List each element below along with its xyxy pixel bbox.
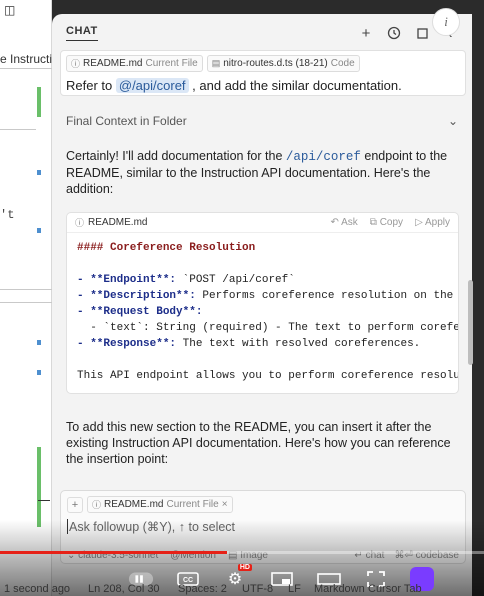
- editor-line: [0, 302, 52, 303]
- status-encoding[interactable]: UTF-8: [242, 583, 273, 595]
- diff-added-marker: [37, 87, 41, 117]
- status-language[interactable]: Markdown: [314, 583, 365, 595]
- input-context: + ⓘ README.md Current File ×: [67, 496, 459, 513]
- diff-added-marker: [37, 447, 41, 527]
- code-key: - **Response**:: [77, 338, 177, 350]
- chip-name: README.md: [83, 58, 143, 69]
- info-icon: ⓘ: [71, 59, 81, 69]
- assistant-answer: Certainly! I'll add documentation for th…: [66, 148, 458, 197]
- code-actions: ↶ Ask ⧉ Copy ▷ Apply: [331, 217, 451, 228]
- chat-panel: CHAT + ‹ ⓘ README.md Current File ▤ nitr…: [52, 14, 472, 596]
- video-progress-fill: [0, 551, 228, 554]
- status-time: 1 second ago: [4, 583, 71, 595]
- status-bar: 1 second ago Ln 208, Col 30 Spaces: 2 UT…: [0, 582, 484, 596]
- chip-detail: Code: [330, 58, 355, 69]
- context-chip[interactable]: ▤ nitro-routes.d.ts (18-21) Code: [206, 55, 360, 72]
- history-icon[interactable]: [386, 25, 402, 41]
- status-position[interactable]: Ln 208, Col 30: [88, 583, 160, 595]
- code-key: - **Endpoint**:: [77, 274, 177, 286]
- split-editor-icon[interactable]: ◫: [4, 3, 15, 17]
- info-icon: ⓘ: [75, 218, 85, 228]
- query-text: Refer to @/api/coref , and add the simil…: [66, 78, 460, 93]
- diff-modified-marker: [37, 170, 41, 175]
- code-block: ⓘ README.md ↶ Ask ⧉ Copy ▷ Apply #### Co…: [66, 212, 459, 394]
- expand-icon[interactable]: [414, 25, 430, 41]
- user-query: ⓘ README.md Current File ▤ nitro-routes.…: [60, 50, 466, 96]
- code-heading: #### Coreference Resolution: [77, 242, 256, 254]
- ts-file-icon: ▤: [211, 58, 221, 68]
- context-chips: ⓘ README.md Current File ▤ nitro-routes.…: [66, 55, 460, 72]
- chip-name: nitro-routes.d.ts (18-21): [223, 58, 328, 69]
- followup-text: To add this new section to the README, y…: [66, 420, 451, 466]
- remove-chip-icon[interactable]: ×: [222, 499, 228, 510]
- ask-label: Ask: [341, 217, 358, 228]
- context-chip[interactable]: ⓘ README.md Current File: [66, 55, 203, 72]
- diff-modified-marker: [37, 370, 41, 375]
- editor-line: [38, 500, 50, 501]
- apply-button[interactable]: ▷ Apply: [415, 217, 450, 228]
- chip-detail: Current File: [166, 499, 219, 510]
- add-context-button[interactable]: +: [67, 496, 83, 513]
- context-label: Final Context in Folder: [66, 114, 187, 128]
- mention-tag[interactable]: @/api/coref: [115, 78, 189, 93]
- apply-label: Apply: [424, 217, 450, 228]
- video-progress-bar[interactable]: [0, 551, 484, 554]
- code-filename: README.md: [88, 217, 148, 228]
- editor-line: [0, 289, 52, 290]
- query-text-after: , and add the similar documentation.: [192, 78, 402, 93]
- code-line: This API endpoint allows you to perform …: [77, 370, 459, 382]
- info-icon[interactable]: i: [432, 8, 460, 36]
- chip-detail: Current File: [145, 58, 198, 69]
- followup-input[interactable]: Ask followup (⌘Y), ↑ to select: [67, 519, 459, 534]
- copy-label: Copy: [379, 217, 404, 228]
- code-value: `POST /api/coref`: [176, 274, 295, 286]
- code-value: Performs coreference resolution on the: [195, 290, 454, 302]
- code-value: The text with resolved coreferences.: [176, 338, 421, 350]
- code-key: - **Request Body**:: [77, 306, 203, 318]
- answer-text: Certainly! I'll add documentation for th…: [66, 149, 283, 163]
- context-chip[interactable]: ⓘ README.md Current File ×: [87, 496, 233, 513]
- diff-modified-marker: [37, 340, 41, 345]
- chat-header: CHAT + ‹: [52, 14, 472, 52]
- chat-tab[interactable]: CHAT: [66, 25, 98, 41]
- editor-tab[interactable]: e Instructi: [0, 52, 52, 66]
- ask-button[interactable]: ↶ Ask: [331, 217, 358, 228]
- code-line: - `text`: String (required) - The text t…: [77, 322, 459, 334]
- chip-name: README.md: [104, 499, 164, 510]
- status-spaces[interactable]: Spaces: 2: [178, 583, 227, 595]
- status-cursor-tab[interactable]: Cursor Tab: [368, 583, 422, 595]
- editor-line: [0, 129, 36, 130]
- status-eol[interactable]: LF: [288, 583, 301, 595]
- code-body: #### Coreference Resolution - **Endpoint…: [67, 233, 458, 391]
- new-chat-icon[interactable]: +: [358, 25, 374, 42]
- chevron-down-icon: ⌄: [447, 114, 458, 128]
- info-icon: ⓘ: [92, 500, 102, 510]
- inline-code: /api/coref: [285, 150, 361, 164]
- editor-strip: ◫ e Instructi 't: [0, 0, 52, 596]
- diff-modified-marker: [37, 228, 41, 233]
- hd-badge: HD: [237, 564, 252, 571]
- query-text-before: Refer to: [66, 78, 113, 93]
- copy-button[interactable]: ⧉ Copy: [370, 217, 403, 228]
- code-fragment: 't: [0, 208, 15, 222]
- code-block-header: ⓘ README.md ↶ Ask ⧉ Copy ▷ Apply: [67, 213, 458, 233]
- code-key: - **Description**:: [77, 290, 196, 302]
- context-toggle[interactable]: Final Context in Folder ⌄: [66, 114, 458, 128]
- tab-divider: [0, 68, 52, 69]
- scrollbar[interactable]: [468, 280, 473, 365]
